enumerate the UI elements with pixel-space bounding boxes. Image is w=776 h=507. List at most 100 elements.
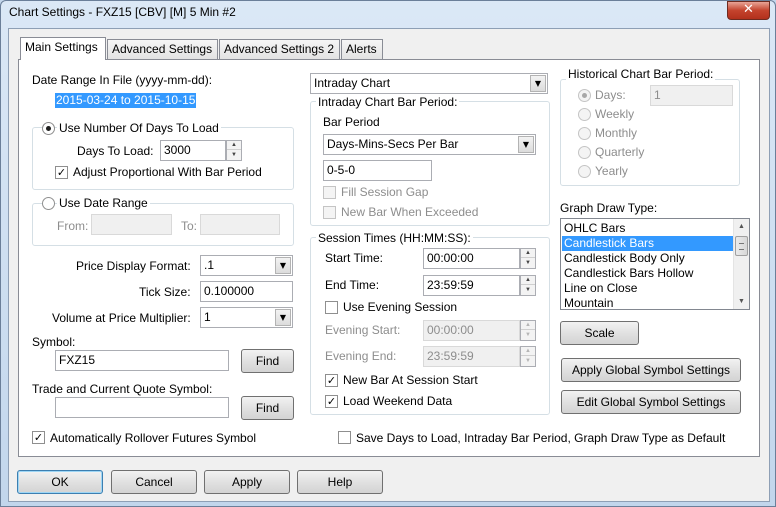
evening-end-label: Evening End: — [325, 349, 397, 363]
spin-up-icon: ▲ — [521, 321, 535, 330]
chevron-down-icon[interactable]: ▼ — [530, 75, 546, 92]
chevron-down-icon[interactable]: ▼ — [518, 136, 534, 153]
days-to-load-spinner[interactable]: ▲ ▼ — [226, 140, 242, 161]
end-time-spinner[interactable]: ▲ ▼ — [520, 275, 536, 296]
end-time-label: End Time: — [325, 278, 380, 292]
historical-days-radio — [578, 89, 591, 102]
list-item[interactable]: Candlestick Bars — [562, 236, 734, 251]
evening-end-input: 23:59:59 — [423, 346, 520, 367]
rollover-checkbox[interactable]: ✓ — [32, 431, 45, 444]
list-item[interactable]: Mountain — [562, 296, 734, 309]
list-item[interactable]: Line on Close — [562, 281, 734, 296]
spin-down-icon[interactable]: ▼ — [521, 259, 535, 268]
save-defaults-checkbox[interactable] — [338, 431, 351, 444]
evening-session-label: Use Evening Session — [343, 300, 458, 314]
days-to-load-label: Days To Load: — [77, 144, 154, 158]
spin-down-icon[interactable]: ▼ — [521, 286, 535, 295]
help-button[interactable]: Help — [297, 470, 383, 494]
to-date-input — [200, 214, 280, 235]
historical-weekly-label: Weekly — [595, 107, 635, 121]
date-range-label: Date Range In File (yyyy-mm-dd): — [32, 73, 213, 87]
from-label: From: — [57, 219, 89, 233]
session-times-label: Session Times (HH:MM:SS): — [316, 231, 473, 245]
save-defaults-label: Save Days to Load, Intraday Bar Period, … — [356, 431, 726, 445]
volume-multiplier-value: 1 — [204, 310, 211, 324]
edit-global-settings-button[interactable]: Edit Global Symbol Settings — [561, 390, 741, 414]
apply-global-settings-button[interactable]: Apply Global Symbol Settings — [561, 358, 741, 382]
historical-yearly-radio — [578, 165, 591, 178]
scroll-thumb[interactable] — [735, 236, 748, 256]
scroll-down-icon[interactable]: ▼ — [734, 294, 749, 309]
historical-monthly-radio — [578, 127, 591, 140]
date-range-value[interactable]: 2015-03-24 to 2015-10-15 — [55, 93, 197, 108]
new-bar-exceeded-label: New Bar When Exceeded — [341, 205, 479, 219]
spin-down-icon: ▼ — [525, 332, 531, 338]
cancel-button[interactable]: Cancel — [111, 470, 197, 494]
graph-draw-scrollbar[interactable]: ▲ ▼ — [733, 219, 749, 309]
bar-period-select[interactable]: Days-Mins-Secs Per Bar ▼ — [323, 134, 536, 155]
historical-quarterly-radio — [578, 146, 591, 159]
adjust-proportional-checkbox[interactable]: ✓ — [55, 166, 68, 179]
load-weekend-label: Load Weekend Data — [343, 394, 453, 408]
symbol-input[interactable]: FXZ15 — [55, 350, 229, 371]
historical-days-input: 1 — [650, 85, 733, 106]
price-format-select[interactable]: .1 ▼ — [200, 255, 293, 276]
historical-period-label: Historical Chart Bar Period: — [566, 67, 716, 81]
days-to-load-input[interactable]: 3000 — [160, 140, 226, 161]
graph-draw-label: Graph Draw Type: — [560, 201, 658, 215]
spin-down-icon[interactable]: ▼ — [227, 151, 241, 160]
rollover-label: Automatically Rollover Futures Symbol — [50, 431, 257, 445]
scroll-up-icon[interactable]: ▲ — [734, 219, 749, 234]
spin-down-icon: ▼ — [525, 358, 531, 364]
trade-symbol-label: Trade and Current Quote Symbol: — [32, 382, 213, 396]
chevron-down-icon[interactable]: ▼ — [275, 257, 291, 274]
load-weekend-checkbox[interactable]: ✓ — [325, 395, 338, 408]
chart-type-value: Intraday Chart — [314, 76, 391, 90]
symbol-find-button[interactable]: Find — [241, 349, 294, 373]
historical-monthly-label: Monthly — [595, 126, 638, 140]
list-item[interactable]: Candlestick Bars Hollow — [562, 266, 734, 281]
list-item[interactable]: Candlestick Body Only — [562, 251, 734, 266]
from-date-input — [91, 214, 172, 235]
use-days-radio[interactable] — [42, 122, 55, 135]
start-time-input[interactable]: 00:00:00 — [423, 248, 520, 269]
start-time-spinner[interactable]: ▲ ▼ — [520, 248, 536, 269]
spin-up-icon[interactable]: ▲ — [227, 141, 241, 150]
evening-end-spinner: ▲ ▼ — [520, 346, 536, 367]
fill-session-gap-label: Fill Session Gap — [341, 185, 429, 199]
use-days-label: Use Number Of Days To Load — [57, 121, 221, 135]
spin-up-icon[interactable]: ▲ — [521, 276, 535, 285]
bar-period-label: Bar Period — [323, 115, 380, 129]
list-item[interactable]: OHLC Bars — [562, 221, 734, 236]
bar-period-value: Days-Mins-Secs Per Bar — [327, 137, 459, 151]
evening-start-label: Evening Start: — [325, 323, 401, 337]
graph-draw-listbox[interactable]: OHLC Bars Candlestick Bars Candlestick B… — [560, 218, 750, 310]
scale-button[interactable]: Scale — [560, 321, 639, 345]
evening-start-input: 00:00:00 — [423, 320, 520, 341]
evening-start-spinner: ▲ ▼ — [520, 320, 536, 341]
ok-button[interactable]: OK — [17, 470, 103, 494]
bar-period-input[interactable]: 0-5-0 — [323, 160, 432, 181]
chevron-down-icon[interactable]: ▼ — [275, 309, 291, 326]
tick-size-label: Tick Size: — [139, 285, 191, 299]
historical-yearly-label: Yearly — [595, 164, 628, 178]
trade-symbol-input[interactable] — [55, 397, 229, 418]
new-bar-exceeded-checkbox — [323, 206, 336, 219]
new-bar-session-checkbox[interactable]: ✓ — [325, 374, 338, 387]
to-label: To: — [181, 219, 198, 233]
adjust-proportional-label: Adjust Proportional With Bar Period — [73, 165, 262, 179]
use-date-range-label: Use Date Range — [57, 196, 150, 210]
chart-type-select[interactable]: Intraday Chart ▼ — [310, 73, 548, 94]
tick-size-input[interactable]: 0.100000 — [200, 281, 293, 302]
use-date-range-radio[interactable] — [42, 197, 55, 210]
end-time-input[interactable]: 23:59:59 — [423, 275, 520, 296]
evening-session-checkbox[interactable] — [325, 301, 338, 314]
volume-multiplier-label: Volume at Price Multiplier: — [52, 311, 191, 325]
symbol-label: Symbol: — [32, 335, 76, 349]
spin-up-icon[interactable]: ▲ — [521, 249, 535, 258]
trade-symbol-find-button[interactable]: Find — [241, 396, 294, 420]
fill-session-gap-checkbox — [323, 186, 336, 199]
apply-button[interactable]: Apply — [204, 470, 290, 494]
historical-quarterly-label: Quarterly — [595, 145, 645, 159]
volume-multiplier-select[interactable]: 1 ▼ — [200, 307, 293, 328]
